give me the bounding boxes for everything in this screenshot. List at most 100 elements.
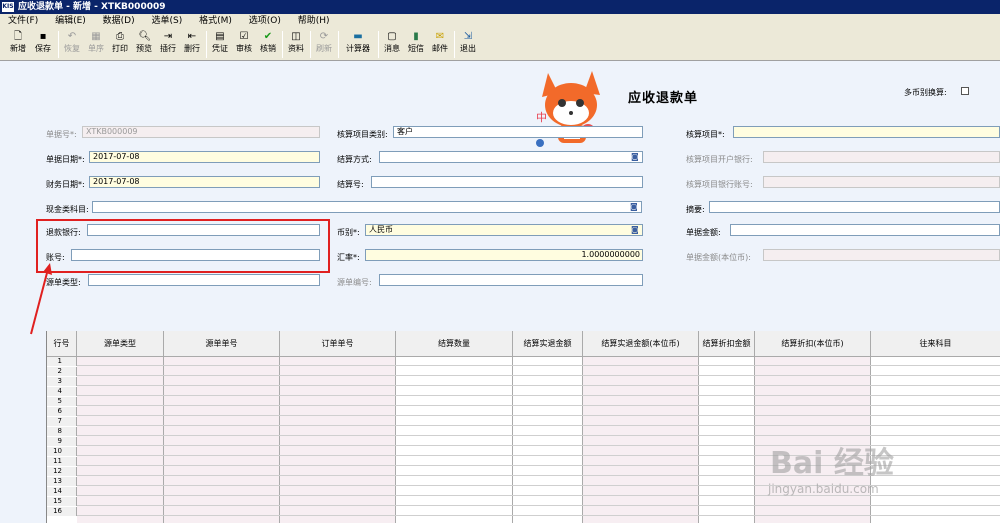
writeoff-button[interactable]: ✔ 核销 [256, 30, 280, 59]
item-bank-acct-field[interactable] [763, 176, 1000, 188]
undo-icon: ↶ [67, 31, 77, 42]
menu-format[interactable]: 格式(M) [193, 14, 238, 28]
source-no-field[interactable] [379, 274, 643, 286]
doc-no-label: 单据号*: [46, 130, 77, 139]
watermark-brand: Bai 经验 [770, 446, 894, 481]
calculator-button[interactable]: ▬ 计算器 [343, 30, 373, 59]
item-bank-acct-label: 核算项目银行账号: [686, 180, 753, 189]
table-row[interactable]: 4 [47, 387, 1000, 396]
exit-button[interactable]: ⇲ 退出 [456, 30, 480, 59]
message-button[interactable]: ▢ 消息 [380, 30, 404, 59]
lookup-icon[interactable]: ◙ [631, 152, 641, 162]
source-type-field[interactable] [88, 274, 320, 286]
order-button[interactable]: ▦ 单序 [84, 30, 108, 59]
settle-no-field[interactable] [371, 176, 643, 188]
table-row[interactable]: 16 [47, 507, 1000, 516]
settle-method-field[interactable]: ◙ [379, 151, 643, 163]
grid-header[interactable]: 结算数量 [396, 331, 513, 357]
form-title: 应收退款单 [628, 91, 699, 106]
audit-icon: ☑ [239, 31, 249, 42]
multi-currency-checkbox[interactable] [961, 87, 969, 95]
restore-button[interactable]: ↶ 恢复 [60, 30, 84, 59]
doc-no-field[interactable]: XTKB000009 [82, 126, 320, 138]
row-number: 4 [47, 387, 77, 396]
menu-data[interactable]: 数据(D) [97, 14, 141, 28]
grid-header[interactable]: 结算折扣(本位币) [755, 331, 871, 357]
menu-file[interactable]: 文件(F) [2, 14, 44, 28]
menu-help[interactable]: 帮助(H) [292, 14, 336, 28]
row-number: 5 [47, 397, 77, 406]
settle-no-label: 结算号: [337, 180, 364, 189]
row-number: 7 [47, 417, 77, 426]
save-button[interactable]: ▪ 保存 [31, 30, 55, 59]
table-row[interactable]: 3 [47, 377, 1000, 386]
table-row[interactable]: 15 [47, 497, 1000, 506]
lookup-icon[interactable]: ◙ [630, 202, 640, 212]
row-number: 9 [47, 437, 77, 446]
row-number: 11 [47, 457, 77, 466]
delete-row-icon: ⇤ [187, 31, 197, 42]
fin-date-field[interactable]: 2017-07-08 [89, 176, 320, 188]
mail-icon: ✉ [435, 31, 445, 42]
table-row[interactable]: 2 [47, 367, 1000, 376]
refresh-button[interactable]: ⟳ 刷新 [312, 30, 336, 59]
voucher-icon: ▤ [215, 31, 225, 42]
multi-currency-label: 多币别换算: [904, 88, 947, 97]
grid-header[interactable]: 结算实退金额(本位币) [583, 331, 699, 357]
preview-button[interactable]: 🔍︎ 预览 [132, 30, 156, 59]
summary-field[interactable] [709, 201, 1000, 213]
grid-header[interactable]: 订单单号 [280, 331, 396, 357]
table-row[interactable]: 8 [47, 427, 1000, 436]
preview-icon: 🔍︎ [138, 31, 152, 42]
grid-header[interactable]: 行号 [47, 331, 77, 357]
item-label: 核算项目*: [686, 130, 725, 139]
amount-local-field[interactable] [763, 249, 1000, 261]
mail-button[interactable]: ✉ 邮件 [428, 30, 452, 59]
rate-field[interactable]: 1.0000000000 [365, 249, 643, 261]
grid-header[interactable]: 源单单号 [164, 331, 280, 357]
annotation-arrow-icon [30, 263, 52, 335]
currency-field[interactable]: 人民币 ◙ [365, 224, 643, 236]
item-bank-label: 核算项目开户银行: [686, 155, 753, 164]
delete-row-button[interactable]: ⇤ 删行 [180, 30, 204, 59]
sms-button[interactable]: ▮ 短信 [404, 30, 428, 59]
grid-header[interactable]: 结算折扣金额 [699, 331, 755, 357]
grid-header[interactable]: 源单类型 [77, 331, 164, 357]
doc-date-field[interactable]: 2017-07-08 [89, 151, 320, 163]
table-row[interactable]: 7 [47, 417, 1000, 426]
audit-button[interactable]: ☑ 审核 [232, 30, 256, 59]
item-field[interactable] [733, 126, 1000, 138]
grid-header[interactable]: 往来科目 [871, 331, 1000, 357]
menu-options[interactable]: 选项(O) [243, 14, 287, 28]
window-titlebar: KIS 应收退款单 - 新增 - XTKB000009 [0, 0, 1000, 14]
new-doc-icon: 🗋 [13, 31, 23, 42]
sort-icon: ▦ [91, 31, 101, 42]
mascot-fox-image: 中 [536, 71, 600, 147]
checkmark-icon: ✔ [263, 31, 273, 42]
amount-field[interactable] [730, 224, 1000, 236]
row-number: 6 [47, 407, 77, 416]
table-row[interactable]: 5 [47, 397, 1000, 406]
calculator-icon: ▬ [353, 31, 363, 42]
print-button[interactable]: ⎙ 打印 [108, 30, 132, 59]
sms-icon: ▮ [413, 31, 419, 42]
table-row[interactable]: 1 [47, 357, 1000, 366]
item-category-label: 核算项目类别: [337, 130, 388, 139]
data-button[interactable]: ◫ 资料 [284, 30, 308, 59]
fin-date-label: 财务日期*: [46, 180, 85, 189]
voucher-button[interactable]: ▤ 凭证 [208, 30, 232, 59]
row-number: 1 [47, 357, 77, 366]
menu-select[interactable]: 选单(S) [146, 14, 189, 28]
lookup-icon[interactable]: ◙ [631, 225, 641, 235]
table-row[interactable]: 6 [47, 407, 1000, 416]
new-button[interactable]: 🗋 新增 [6, 30, 30, 59]
toolbar: 🗋 新增 ▪ 保存 ↶ 恢复 ▦ 单序 ⎙ 打印 🔍︎ 预览 ⇥ 插行 ⇤ 删行 ▤ 凭证 ☑ 审核… [0, 28, 1000, 61]
item-bank-field[interactable] [763, 151, 1000, 163]
insert-row-button[interactable]: ⇥ 插行 [156, 30, 180, 59]
mascot-text: 中 [536, 111, 547, 124]
grid-header[interactable]: 结算实退金额 [513, 331, 583, 357]
item-category-field[interactable]: 客户 [393, 126, 643, 138]
menu-edit[interactable]: 编辑(E) [49, 14, 92, 28]
exit-icon: ⇲ [463, 31, 473, 42]
cash-account-field[interactable]: ◙ [92, 201, 642, 213]
